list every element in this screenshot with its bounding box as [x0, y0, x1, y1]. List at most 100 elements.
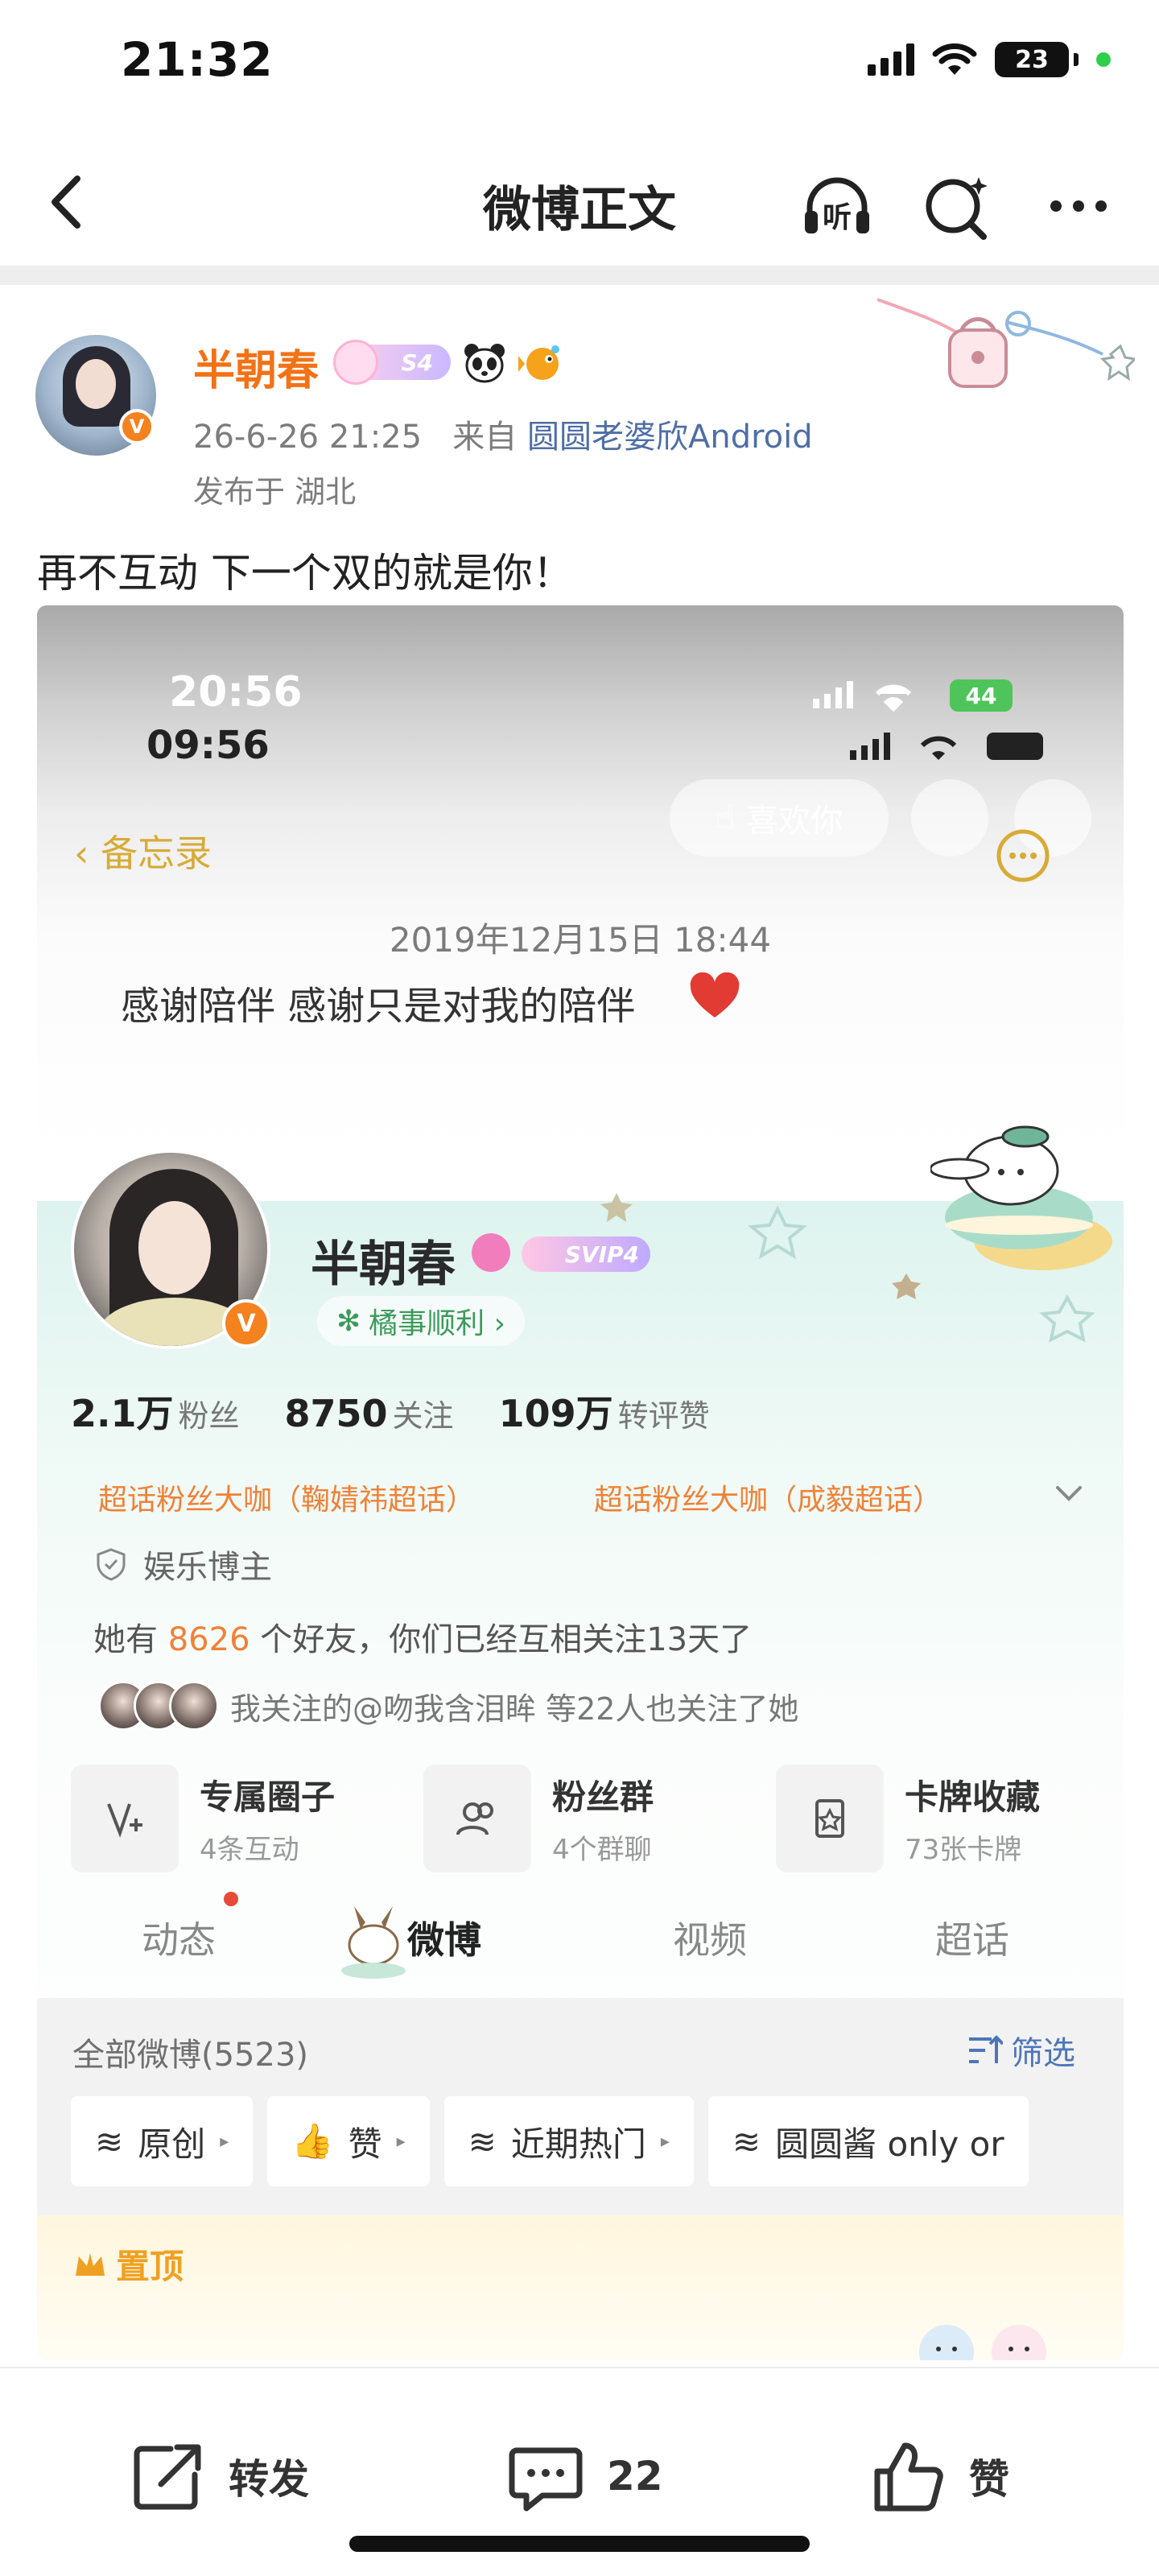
divider	[0, 266, 1159, 285]
chip-liked: 👍 赞 ▸	[267, 2096, 430, 2186]
status-icons: 23	[868, 42, 1111, 77]
post-image[interactable]: 20:56 09:56 44 ‹ 备忘录 ☝ 喜欢你 2019年12月15日 1…	[37, 605, 1124, 2360]
repost-label: 转发	[229, 2456, 309, 2503]
overlay-status-icons: 44	[813, 679, 1013, 712]
comment-count: 22	[607, 2453, 663, 2500]
chip-label: 圆圆酱 only or	[775, 2124, 1004, 2164]
memo-more-icon	[996, 829, 1050, 882]
status-time: 21:32	[121, 32, 274, 87]
chevron-right-icon: ▸	[220, 2131, 229, 2152]
vip-search-badge-icon	[472, 1233, 510, 1272]
tab-supertopic: 超话	[935, 1918, 1009, 1962]
stat-interactions: 109万 转评赞	[498, 1392, 710, 1435]
card-sub: 4个群聊	[552, 1834, 652, 1866]
pinned-label: 置顶	[72, 2240, 184, 2289]
overlay-time: 20:56	[169, 668, 303, 716]
mutual-text: 我关注的@吻我含泪眸 等22人也关注了她	[230, 1690, 799, 1727]
svip-badge: SVIP4	[522, 1236, 650, 1272]
share-icon	[134, 2444, 201, 2510]
crown-icon	[76, 2252, 105, 2276]
card-sub: 4条互动	[200, 1834, 299, 1866]
card-icon	[776, 1765, 884, 1872]
screenshot-status-icons	[850, 733, 1043, 760]
like-pill-button[interactable]: ☝ 喜欢你	[670, 779, 889, 857]
profile-stats: 2.1万 粉丝 8750 关注 109万 转评赞	[71, 1385, 710, 1438]
pufferfish-icon	[518, 345, 559, 380]
filter-chips: ≋ 原创 ▸ 👍 赞 ▸ ≋ 近期热门 ▸ ≋ 圆圆酱 only or	[71, 2096, 1029, 2186]
card-title: 卡牌收藏	[905, 1777, 1041, 1817]
card-circle: 专属圈子 4条互动	[71, 1765, 393, 1872]
post-date: 26-6-26 21:25	[193, 419, 423, 456]
supertopic-badge: 超话粉丝大咖（成毅超话）	[594, 1484, 942, 1517]
privacy-indicator-dot	[1096, 52, 1111, 67]
headphones-icon: 听	[805, 177, 869, 234]
filter-icon	[969, 2035, 1003, 2063]
stat-following: 8750 关注	[284, 1392, 454, 1435]
memo-date: 2019年12月15日 18:44	[389, 920, 772, 960]
post-meta: 26-6-26 21:25 来自 圆圆老婆欣Android	[193, 411, 813, 457]
cloud-icon	[333, 340, 378, 385]
overlay-battery-label: 44	[966, 683, 997, 709]
sticker-decoration-icon	[919, 2325, 1046, 2360]
post-text: 再不互动 下一个双的就是你！	[37, 550, 573, 597]
chevron-down-icon	[1056, 1486, 1082, 1501]
friends-count: 8626	[167, 1621, 250, 1658]
more-icon[interactable]	[1038, 166, 1119, 246]
shield-check-icon	[97, 1548, 126, 1581]
profile-name: 半朝春	[311, 1236, 456, 1293]
tab-feed: 动态	[142, 1918, 216, 1962]
stat-fans: 2.1万 粉丝	[71, 1392, 240, 1435]
author-name[interactable]: 半朝春	[193, 336, 319, 397]
category-row: 娱乐博主	[93, 1541, 272, 1587]
mascot-icon	[341, 1906, 406, 1979]
repost-button[interactable]: 转发	[129, 2438, 309, 2515]
listen-label: 听	[823, 201, 852, 234]
category-label: 娱乐博主	[143, 1549, 272, 1586]
pinned-text: 置顶	[116, 2247, 184, 2286]
card-collection: 卡牌收藏 73张卡牌	[776, 1765, 1098, 1872]
card-fan-group: 粉丝群 4个群聊	[423, 1765, 745, 1872]
feature-cards: 专属圈子 4条互动 粉丝群 4个群聊 卡牌收藏 73张卡牌	[71, 1765, 1098, 1872]
notification-dot	[224, 1892, 238, 1906]
battery-icon: 23	[995, 42, 1069, 77]
card-sub: 73张卡牌	[905, 1834, 1022, 1866]
filter-button: 筛选	[967, 2027, 1075, 2074]
lock-key-decoration-icon	[876, 298, 1135, 388]
cinnamoroll-sticker-icon	[930, 1125, 1112, 1270]
circle-plus-icon	[71, 1765, 179, 1872]
card-title: 粉丝群	[552, 1777, 654, 1817]
post-source-link[interactable]: 圆圆老婆欣Android	[527, 419, 813, 456]
screenshot-time: 09:56	[146, 723, 270, 768]
profile-tag-label: 橘事顺利 ›	[369, 1307, 506, 1340]
like-button[interactable]: 赞	[869, 2438, 1009, 2515]
post-location: 发布于 湖北	[193, 474, 357, 510]
hand-heart-icon: ☝	[715, 799, 736, 836]
clover-icon: ✻	[336, 1304, 361, 1338]
card-title: 专属圈子	[200, 1777, 336, 1817]
profile-verified-icon: V	[222, 1299, 270, 1348]
users-icon	[423, 1765, 531, 1872]
chip-label: 赞	[348, 2124, 382, 2164]
comment-icon	[509, 2447, 583, 2512]
listen-button[interactable]: 听	[797, 166, 877, 246]
supertopic-badge: 超话粉丝大咖（鞠婧祎超话）	[98, 1484, 476, 1517]
comment-button[interactable]: 22	[507, 2438, 663, 2515]
layers-icon: ≋	[95, 2121, 124, 2161]
tab-weibo: 微博	[407, 1918, 481, 1962]
chip-hot: ≋ 近期热门 ▸	[443, 2096, 694, 2186]
friends-suffix: 个好友，你们已经互相关注13天了	[260, 1621, 753, 1658]
chip-custom: ≋ 圆圆酱 only or	[707, 2096, 1029, 2186]
chevron-right-icon: ▸	[660, 2131, 670, 2152]
heart-icon	[690, 972, 740, 1018]
nav-bar: 微博正文 听	[0, 137, 1159, 266]
avatar	[169, 1681, 219, 1731]
search-icon[interactable]	[918, 166, 998, 246]
mutual-follow-row: 我关注的@吻我含泪眸 等22人也关注了她	[98, 1681, 798, 1731]
verified-badge-icon: V	[119, 409, 155, 444]
memo-back-button[interactable]: ‹ 备忘录	[74, 824, 212, 877]
level-badge-label: S4	[401, 349, 433, 376]
friends-row: 她有 8626 个好友，你们已经互相关注13天了	[93, 1613, 752, 1660]
home-indicator[interactable]	[349, 2536, 810, 2552]
thumbs-up-icon: 👍	[291, 2121, 334, 2161]
like-pill-label: 喜欢你	[746, 803, 843, 840]
